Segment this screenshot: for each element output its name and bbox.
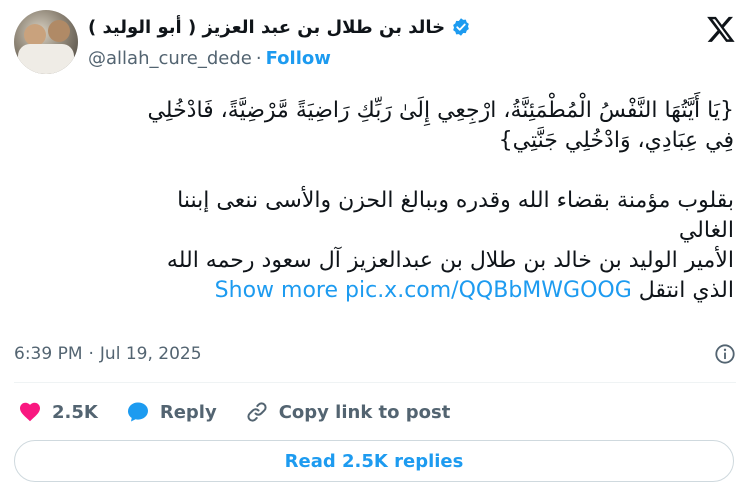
display-name[interactable]: خالد بن طلال بن عبد العزيز ( أبو الوليد … xyxy=(88,17,445,38)
info-icon[interactable] xyxy=(714,343,736,365)
reply-label: Reply xyxy=(159,401,217,423)
like-button[interactable]: 2.5K xyxy=(18,400,98,424)
reply-button[interactable]: Reply xyxy=(126,400,217,424)
post-date[interactable]: Jul 19, 2025 xyxy=(100,344,202,364)
media-link[interactable]: pic.x.com/QQBbMWGOOG xyxy=(345,278,632,303)
link-icon xyxy=(247,402,267,422)
post-text-line: الأمير الوليد بن خالد بن طلال بن عبدالعز… xyxy=(166,248,734,273)
post-text-line: فِي عِبَادِي، وَادْخُلِي جَنَّتِي} xyxy=(498,128,734,153)
follow-button[interactable]: Follow xyxy=(266,48,331,69)
post-text-line: الغالي xyxy=(678,218,734,243)
separator-dot: · xyxy=(88,344,94,364)
post-time[interactable]: 6:39 PM xyxy=(14,344,83,364)
copy-link-button[interactable]: Copy link to post xyxy=(245,400,451,424)
post-text-fragment: الذي انتقل xyxy=(638,278,734,303)
action-bar: 2.5K Reply Copy link to post xyxy=(18,396,478,428)
post-text: {يَا أَيَّتُهَا النَّفْسُ الْمُطْمَئِنَّ… xyxy=(0,96,734,306)
user-handle[interactable]: @allah_cure_dede xyxy=(88,48,252,69)
avatar[interactable] xyxy=(14,10,78,74)
read-replies-button[interactable]: Read 2.5K replies xyxy=(14,440,734,482)
like-count: 2.5K xyxy=(52,401,98,423)
separator-dot: · xyxy=(255,47,262,69)
author-name-row[interactable]: خالد بن طلال بن عبد العزيز ( أبو الوليد … xyxy=(88,12,471,42)
copy-link-label: Copy link to post xyxy=(278,401,451,423)
post-card: خالد بن طلال بن عبد العزيز ( أبو الوليد … xyxy=(0,0,750,493)
verified-badge-icon xyxy=(453,18,469,36)
heart-icon xyxy=(20,402,40,422)
post-text-line-last: الذي انتقل pic.x.com/QQBbMWGOOG Show mor… xyxy=(0,276,734,306)
reply-bubble-icon xyxy=(127,402,148,422)
x-logo-icon[interactable] xyxy=(706,14,736,44)
show-more-link[interactable]: Show more xyxy=(215,278,338,303)
handle-row: @allah_cure_dede · Follow xyxy=(88,46,331,70)
post-meta: 6:39 PM · Jul 19, 2025 xyxy=(14,340,736,368)
post-text-line: {يَا أَيَّتُهَا النَّفْسُ الْمُطْمَئِنَّ… xyxy=(147,98,734,123)
divider xyxy=(14,382,736,383)
post-text-line: بقلوب مؤمنة بقضاء الله وقدره وببالغ الحز… xyxy=(177,188,734,213)
